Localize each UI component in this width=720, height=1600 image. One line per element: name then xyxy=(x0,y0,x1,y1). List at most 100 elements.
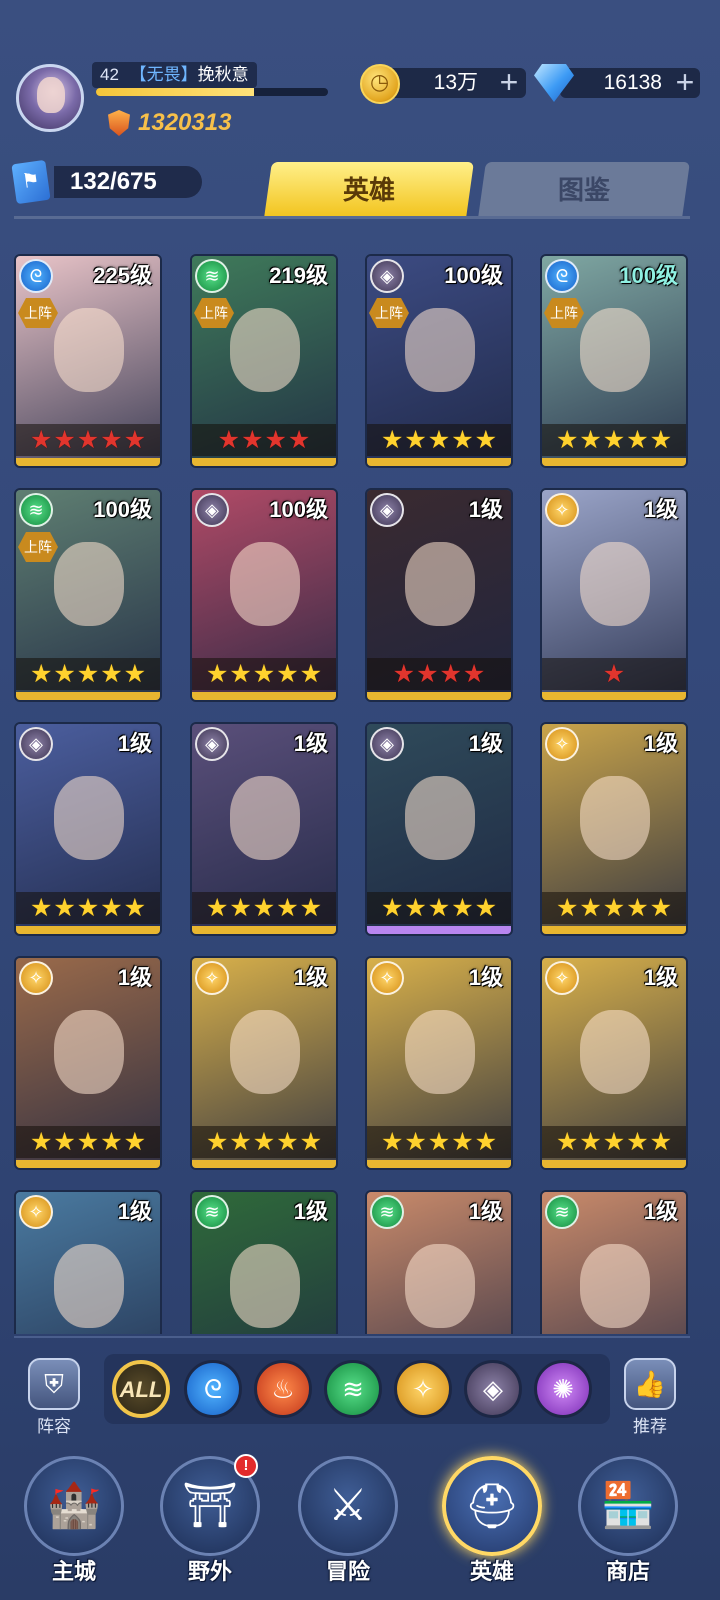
card-rarity-base xyxy=(542,926,686,934)
hero-card[interactable]: ✧1级★★★★★ xyxy=(365,956,513,1170)
star-icon: ★ xyxy=(123,894,147,922)
hero-card[interactable]: ◈ 100级 上阵 ★ ★ ★ ★ ★ xyxy=(365,254,513,468)
hero-card[interactable]: ✧1级★★★★★ xyxy=(540,722,688,936)
star-icon: ★ xyxy=(555,1128,579,1156)
hero-card[interactable]: ≋ 219级 上阵 ★ ★ ★ ★ xyxy=(190,254,338,468)
star-rating: ★ ★ ★ ★ ★ xyxy=(367,1126,511,1158)
hero-card[interactable]: ≋1级★★★★★ xyxy=(365,1190,513,1334)
card-rarity-base xyxy=(367,926,511,934)
filter-fire-button[interactable]: ♨ xyxy=(254,1360,312,1418)
water-faction-icon: ᘓ xyxy=(19,259,53,293)
star-icon: ★ xyxy=(276,894,299,922)
dark-faction-icon: ◈ xyxy=(195,727,229,761)
star-icon: ★ xyxy=(579,1128,602,1156)
star-icon: ★ xyxy=(100,1128,123,1156)
add-gold-button[interactable]: + xyxy=(496,66,522,98)
hero-face xyxy=(405,308,475,392)
combat-power: 1320313 xyxy=(108,108,231,138)
star-icon: ★ xyxy=(100,426,123,454)
star-rating: ★ xyxy=(542,658,686,690)
filter-all-button[interactable]: ALL xyxy=(112,1360,170,1418)
card-rarity-base xyxy=(542,1160,686,1168)
light-faction-icon: ✧ xyxy=(545,961,579,995)
recommend-button[interactable]: 👍 推荐 xyxy=(620,1358,680,1437)
add-gems-button[interactable]: + xyxy=(672,66,698,98)
faction-filter-bar: ⛨ 阵容 ALL ᘓ ♨ ≋ ✧ ◈ ✺ 👍 推荐 xyxy=(0,1344,720,1444)
hero-face xyxy=(405,542,475,626)
deployed-badge: 上阵 xyxy=(18,532,58,562)
filter-water-button[interactable]: ᘓ xyxy=(184,1360,242,1418)
star-rating: ★ ★ ★ ★ xyxy=(367,658,511,690)
nav-item-shop[interactable]: 🏪 商店 xyxy=(576,1450,680,1594)
hero-card[interactable]: ✧1级★★★★★ xyxy=(14,956,162,1170)
wind-faction-icon: ≋ xyxy=(19,493,53,527)
card-rarity-base xyxy=(542,458,686,466)
hero-level: 1级 xyxy=(643,497,678,522)
hero-level: 1级 xyxy=(468,1199,503,1224)
nav-item-sword[interactable]: ⚔ 冒险 xyxy=(296,1450,400,1594)
deployed-badge: 上阵 xyxy=(544,298,584,328)
card-rarity-base xyxy=(542,692,686,700)
star-icon: ★ xyxy=(649,1128,673,1156)
dark-faction-icon: ◈ xyxy=(370,727,404,761)
star-rating: ★ ★ ★ ★ ★ xyxy=(367,424,511,456)
star-icon: ★ xyxy=(602,894,626,922)
hero-card[interactable]: ᘓ 100级 上阵 ★ ★ ★ ★ ★ xyxy=(540,254,688,468)
hero-card[interactable]: ◈ 1级 ★ ★ ★ ★ ★ xyxy=(14,722,162,936)
hero-level: 1级 xyxy=(117,731,152,756)
star-rating: ★ ★ ★ ★ ★ xyxy=(542,424,686,456)
star-icon: ★ xyxy=(29,660,53,688)
star-icon: ★ xyxy=(555,894,579,922)
hero-card[interactable]: ≋ 100级 上阵 ★ ★ ★ ★ ★ xyxy=(14,488,162,702)
nav-item-castle[interactable]: 🏰 主城 xyxy=(22,1450,126,1594)
star-icon: ★ xyxy=(241,426,264,454)
hero-card[interactable]: ≋1级★★★★★ xyxy=(190,1190,338,1334)
helmet-icon: ⛑ xyxy=(442,1456,542,1556)
card-rarity-base xyxy=(16,1160,160,1168)
player-avatar[interactable] xyxy=(16,64,84,132)
star-rating: ★ ★ ★ ★ xyxy=(192,424,336,456)
hero-grid: ᘓ 225级 上阵 ★ ★ ★ ★ ★ ≋ 219级 上阵 ★ ★ ★ ★ ◈ 100级 上阵 ★ ★ ★ ★ ★ ᘓ 100级… xyxy=(14,254,690,1334)
star-icon: ★ xyxy=(205,660,229,688)
hero-card[interactable]: ≋1级★★★★★ xyxy=(540,1190,688,1334)
nav-label: 英雄 xyxy=(469,1559,514,1584)
hero-card[interactable]: ✧1级★★★★★ xyxy=(540,956,688,1170)
star-icon: ★ xyxy=(649,894,673,922)
nav-item-helmet[interactable]: ⛑ 英雄 xyxy=(440,1450,544,1594)
filter-wind-button[interactable]: ≋ xyxy=(324,1360,382,1418)
hero-card[interactable]: ✧1级★★★★★ xyxy=(190,956,338,1170)
tab-divider xyxy=(14,216,690,219)
star-icon: ★ xyxy=(123,426,147,454)
formation-button[interactable]: ⛨ 阵容 xyxy=(24,1358,84,1437)
light-faction-icon: ✧ xyxy=(19,1195,53,1229)
star-icon: ★ xyxy=(439,660,462,688)
hero-level: 1级 xyxy=(468,965,503,990)
star-icon: ★ xyxy=(100,660,123,688)
star-icon: ★ xyxy=(276,660,299,688)
tab-codex[interactable]: 图鉴 xyxy=(478,162,690,218)
star-icon: ★ xyxy=(462,660,486,688)
nav-item-portal[interactable]: ⛩ 野外! xyxy=(158,1450,262,1594)
player-info: 42 【无畏】挽秋意 xyxy=(92,62,328,102)
filter-light-button[interactable]: ✧ xyxy=(394,1360,452,1418)
water-faction-icon: ᘓ xyxy=(545,259,579,293)
player-guild: 【无畏】 xyxy=(129,65,198,84)
hero-card[interactable]: ◈ 1级 ★ ★ ★ ★ xyxy=(365,488,513,702)
card-rarity-base xyxy=(367,1160,511,1168)
star-icon: ★ xyxy=(649,426,673,454)
star-rating: ★ ★ ★ ★ ★ xyxy=(192,1126,336,1158)
xp-bar xyxy=(96,88,328,96)
hero-card[interactable]: ◈ 1级 ★ ★ ★ ★ ★ xyxy=(190,722,338,936)
player-name-line: 42 【无畏】挽秋意 xyxy=(92,62,257,88)
hero-face xyxy=(405,1244,475,1328)
hero-card[interactable]: ◈ 100级 ★ ★ ★ ★ ★ xyxy=(190,488,338,702)
hero-card[interactable]: ✧ 1级 ★ xyxy=(540,488,688,702)
hero-card[interactable]: ᘓ 225级 上阵 ★ ★ ★ ★ ★ xyxy=(14,254,162,468)
filter-dark-button[interactable]: ◈ xyxy=(464,1360,522,1418)
filter-void-button[interactable]: ✺ xyxy=(534,1360,592,1418)
star-rating: ★ ★ ★ ★ ★ xyxy=(16,1126,160,1158)
hero-level: 1级 xyxy=(468,731,503,756)
hero-card[interactable]: ✧1级★★★★★ xyxy=(14,1190,162,1334)
tab-heroes[interactable]: 英雄 xyxy=(264,162,474,218)
hero-card[interactable]: ◈ 1级 ★ ★ ★ ★ ★ xyxy=(365,722,513,936)
